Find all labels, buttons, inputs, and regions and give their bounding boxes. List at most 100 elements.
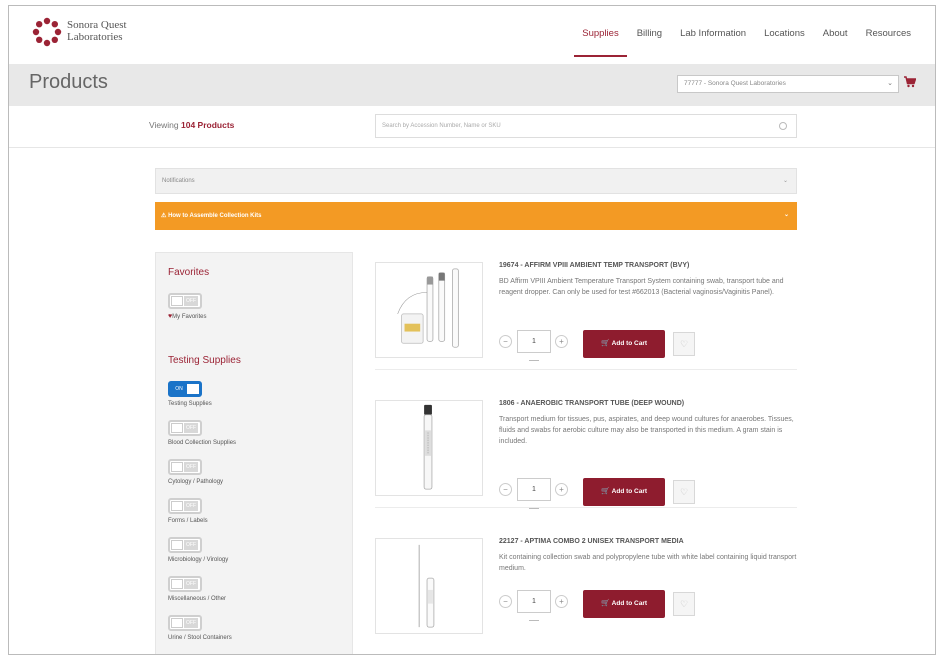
results-bar: Viewing 104 Products Search by Accession… xyxy=(9,106,935,148)
filter-label-testing-supplies: Testing Supplies xyxy=(168,401,212,407)
filter-label-my-favorites: ♥My Favorites xyxy=(168,313,207,320)
heart-icon: ♡ xyxy=(679,599,689,609)
increment-button[interactable]: + xyxy=(555,335,568,348)
cart-icon[interactable] xyxy=(904,75,916,89)
increment-button[interactable]: + xyxy=(555,483,568,496)
divider xyxy=(529,360,539,361)
toggle-state: OFF xyxy=(184,618,198,628)
top-navbar: Sonora Quest Laboratories Supplies Billi… xyxy=(9,6,935,64)
search-placeholder: Search by Accession Number, Name or SKU xyxy=(382,123,501,129)
title-bar: Products 77777 - Sonora Quest Laboratori… xyxy=(9,64,935,106)
toggle-state: OFF xyxy=(184,296,198,306)
toggle-state: OFF xyxy=(184,501,198,511)
quantity-field[interactable]: 1 xyxy=(517,590,551,613)
quantity-field[interactable]: 1 xyxy=(517,478,551,501)
results-count: Viewing 104 Products xyxy=(149,120,234,130)
product-title[interactable]: 1806 - ANAEROBIC TRANSPORT TUBE (DEEP WO… xyxy=(499,400,799,407)
chevron-down-icon: ⌄ xyxy=(887,80,893,87)
alert-label: How to Assemble Collection Kits xyxy=(168,213,262,219)
product-card: 19674 - AFFIRM VPIII AMBIENT TEMP TRANSP… xyxy=(375,252,797,370)
toggle-microbiology-virology[interactable]: OFF xyxy=(168,537,202,553)
brand-name-line2: Laboratories xyxy=(67,31,123,43)
toggle-blood-collection-supplies[interactable]: OFF xyxy=(168,420,202,436)
filter-label-cytology-pathology: Cytology / Pathology xyxy=(168,479,224,485)
decrement-button[interactable]: − xyxy=(499,483,512,496)
nav-item-locations[interactable]: Locations xyxy=(764,28,805,39)
toggle-miscellaneous-other[interactable]: OFF xyxy=(168,576,202,592)
toggle-cytology-pathology[interactable]: OFF xyxy=(168,459,202,475)
nav-item-about[interactable]: About xyxy=(823,28,848,39)
nav-item-supplies[interactable]: Supplies xyxy=(574,28,628,57)
add-to-cart-label: Add to Cart xyxy=(611,340,648,347)
favorite-toggle-button[interactable]: ♡ xyxy=(673,592,695,616)
cart-icon: 🛒 xyxy=(600,600,610,607)
toggle-testing-supplies[interactable]: ON xyxy=(168,381,202,397)
brand-name-line1: Sonora Quest xyxy=(67,19,127,31)
quantity-field[interactable]: 1 xyxy=(517,330,551,353)
add-to-cart-button[interactable]: 🛒 Add to Cart xyxy=(583,590,665,618)
filter-label-forms-labels: Forms / Labels xyxy=(168,518,208,524)
filter-label-microbiology-virology: Microbiology / Virology xyxy=(168,557,229,563)
toggle-state: OFF xyxy=(184,540,198,550)
toggle-state: OFF xyxy=(184,462,198,472)
product-image[interactable] xyxy=(375,262,483,358)
nav-item-billing[interactable]: Billing xyxy=(637,28,662,39)
toggle-my-favorites[interactable]: OFF xyxy=(168,293,202,309)
product-card: 22127 - APTIMA COMBO 2 UNISEX TRANSPORT … xyxy=(375,528,797,646)
logo-mark-icon xyxy=(32,17,62,47)
toggle-state: OFF xyxy=(184,423,198,433)
toggle-forms-labels[interactable]: OFF xyxy=(168,498,202,514)
nav-item-lab-information[interactable]: Lab Information xyxy=(680,28,746,39)
filter-label-blood-collection-supplies: Blood Collection Supplies xyxy=(168,440,237,446)
notifications-panel[interactable]: Notifications ⌄ xyxy=(155,168,797,194)
testing-supplies-heading: Testing Supplies xyxy=(168,355,241,366)
filter-sidebar: Favorites OFF ♥My Favorites Testing Supp… xyxy=(155,252,353,654)
toggle-knob xyxy=(171,579,183,589)
nav-item-resources[interactable]: Resources xyxy=(866,28,911,39)
page-title: Products xyxy=(29,71,108,93)
product-card: 1806 - ANAEROBIC TRANSPORT TUBE (DEEP WO… xyxy=(375,390,799,509)
account-select[interactable]: 77777 - Sonora Quest Laboratories ⌄ xyxy=(677,75,899,93)
chevron-down-icon: ⌄ xyxy=(783,212,789,218)
toggle-state: ON xyxy=(172,384,186,394)
increment-button[interactable]: + xyxy=(555,595,568,608)
product-image[interactable] xyxy=(375,538,483,634)
toggle-knob xyxy=(187,384,199,394)
toggle-knob xyxy=(171,618,183,628)
chevron-down-icon: ⌄ xyxy=(782,178,788,184)
collection-kits-alert[interactable]: ⚠ How to Assemble Collection Kits ⌄ xyxy=(155,202,797,230)
add-to-cart-button[interactable]: 🛒 Add to Cart xyxy=(583,330,665,358)
toggle-knob xyxy=(171,423,183,433)
main-nav: Supplies Billing Lab Information Locatio… xyxy=(564,28,911,57)
favorite-toggle-button[interactable]: ♡ xyxy=(673,480,695,504)
warning-icon: ⚠ xyxy=(161,213,167,219)
toggle-knob xyxy=(171,540,183,550)
heart-icon: ♡ xyxy=(679,487,689,497)
results-count-value: 104 Products xyxy=(181,120,235,130)
add-to-cart-label: Add to Cart xyxy=(611,488,648,495)
toggle-urine-stool-containers[interactable]: OFF xyxy=(168,615,202,631)
cart-icon: 🛒 xyxy=(600,488,610,495)
toggle-knob xyxy=(171,296,183,306)
product-title[interactable]: 22127 - APTIMA COMBO 2 UNISEX TRANSPORT … xyxy=(499,538,799,545)
product-image[interactable] xyxy=(375,400,483,496)
divider xyxy=(529,620,539,621)
cart-icon: 🛒 xyxy=(600,340,610,347)
brand-logo[interactable]: Sonora Quest Laboratories xyxy=(31,16,161,50)
toggle-knob xyxy=(171,501,183,511)
filter-label-text: My Favorites xyxy=(172,314,207,320)
product-description: BD Affirm VPIII Ambient Temperature Tran… xyxy=(499,278,784,296)
add-to-cart-button[interactable]: 🛒 Add to Cart xyxy=(583,478,665,506)
filter-label-urine-stool-containers: Urine / Stool Containers xyxy=(168,635,232,641)
toggle-knob xyxy=(171,462,183,472)
product-description: Kit containing collection swab and polyp… xyxy=(499,554,797,572)
search-icon[interactable] xyxy=(779,122,787,130)
page-frame: Sonora Quest Laboratories Supplies Billi… xyxy=(8,5,936,655)
account-select-value: 77777 - Sonora Quest Laboratories xyxy=(684,80,786,87)
search-input[interactable]: Search by Accession Number, Name or SKU xyxy=(375,114,797,138)
product-title[interactable]: 19674 - AFFIRM VPIII AMBIENT TEMP TRANSP… xyxy=(499,262,799,269)
favorite-toggle-button[interactable]: ♡ xyxy=(673,332,695,356)
product-description: Transport medium for tissues, pus, aspir… xyxy=(499,416,794,445)
decrement-button[interactable]: − xyxy=(499,595,512,608)
decrement-button[interactable]: − xyxy=(499,335,512,348)
